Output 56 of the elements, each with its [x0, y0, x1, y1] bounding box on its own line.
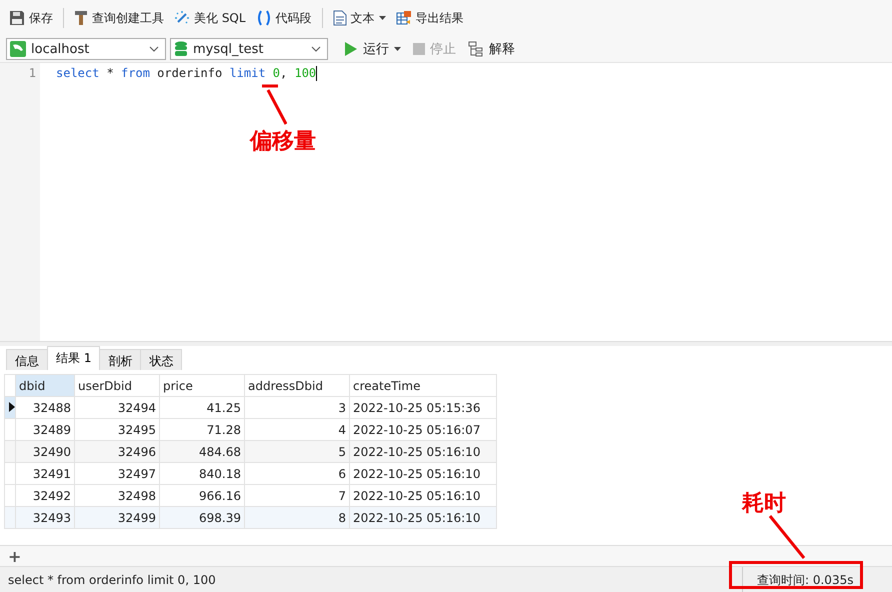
toolbar-button[interactable]: 查询创建工具: [71, 8, 167, 28]
export-table-icon: [396, 10, 412, 26]
chevron-down-icon: [149, 46, 159, 52]
toolbar-button[interactable]: 文本: [330, 8, 389, 28]
magic-wand-icon: [174, 10, 190, 26]
result-tab[interactable]: 状态: [140, 349, 182, 370]
chevron-down-icon: [311, 46, 321, 52]
connection-select[interactable]: localhost: [6, 38, 166, 60]
toolbar-button[interactable]: 代码段: [252, 8, 315, 28]
table-cell: 32496: [74, 440, 160, 462]
status-query: select * from orderinfo limit 0, 100: [7, 573, 217, 587]
table-cell: 8: [244, 506, 350, 528]
table-cell: 32494: [74, 396, 160, 418]
table-cell: 2022-10-25 05:16:10: [350, 440, 496, 462]
code-line: select * from orderinfo limit 0, 100: [55, 65, 318, 81]
database-select[interactable]: mysql_test: [170, 38, 328, 60]
query-time: 查询时间: 0.035s: [742, 567, 862, 592]
annotation-arrow-drawing: [261, 84, 287, 126]
result-tab[interactable]: 剖析: [99, 349, 142, 370]
table-cell: 32488: [16, 396, 74, 418]
table-cell: 32493: [16, 506, 74, 528]
annotation-label: 耗时: [742, 490, 786, 518]
hammer-icon: [74, 10, 88, 26]
explain-button[interactable]: 解释: [464, 38, 519, 60]
table-cell: 32499: [74, 506, 160, 528]
table-cell: 2022-10-25 05:16:10: [350, 506, 496, 528]
table-cell: 840.18: [160, 462, 244, 484]
annotation-label: 偏移量: [250, 128, 316, 156]
column-header[interactable]: addressDbid: [244, 374, 350, 396]
toolbar-button[interactable]: 保存: [6, 8, 56, 28]
table-cell: 3: [244, 396, 350, 418]
run-button[interactable]: 运行: [340, 38, 405, 60]
column-header[interactable]: userDbid: [74, 374, 160, 396]
table-cell: 2022-10-25 05:16:10: [350, 462, 496, 484]
table-cell: 698.39: [160, 506, 244, 528]
line-number: 1: [28, 65, 37, 80]
table-cell: 5: [244, 440, 350, 462]
column-header[interactable]: dbid: [16, 374, 74, 396]
column-header[interactable]: createTime: [350, 374, 496, 396]
document-icon: [332, 10, 347, 26]
table-cell: 32491: [16, 462, 74, 484]
table-cell: 6: [244, 462, 350, 484]
toolbar-button[interactable]: 美化 SQL: [171, 8, 249, 28]
table-cell: 2022-10-25 05:15:36: [350, 396, 496, 418]
stop-icon: [413, 43, 425, 55]
table-cell: 32497: [74, 462, 160, 484]
database-icon: [174, 41, 188, 57]
parentheses-icon: [256, 10, 272, 26]
table-cell: 41.25: [160, 396, 244, 418]
toolbar-button[interactable]: 导出结果: [392, 8, 467, 28]
table-cell: 32490: [16, 440, 74, 462]
column-header[interactable]: price: [160, 374, 244, 396]
add-record-button[interactable]: +: [0, 547, 30, 566]
result-tab[interactable]: 信息: [6, 349, 48, 370]
table-cell: 484.68: [160, 440, 244, 462]
play-icon: [344, 42, 358, 56]
